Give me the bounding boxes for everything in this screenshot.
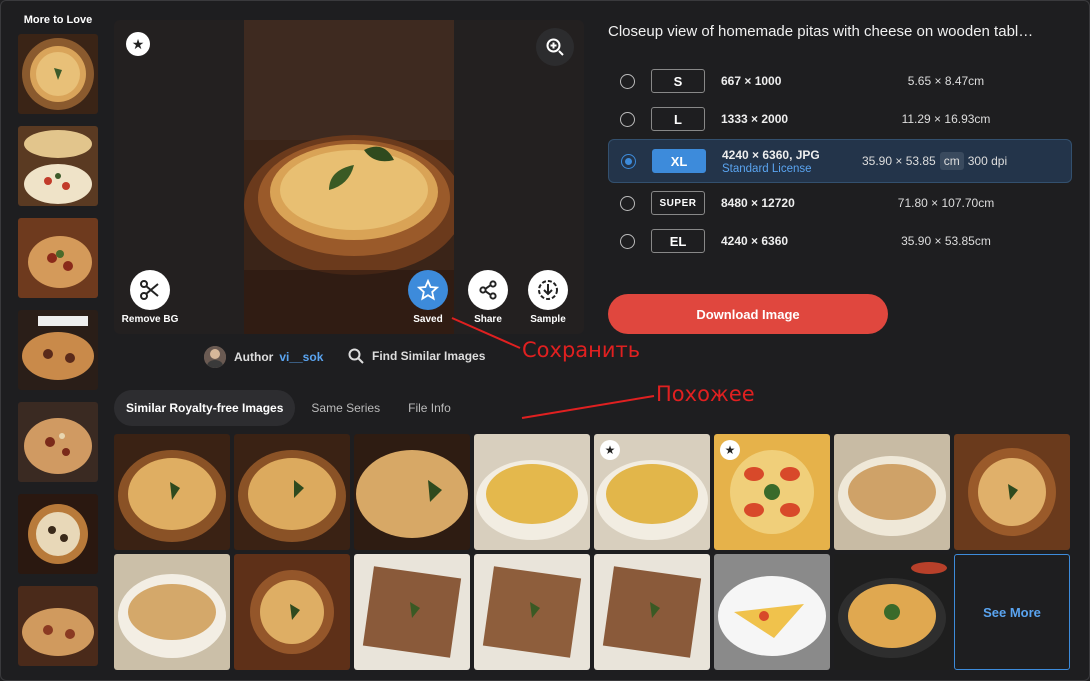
annotation-save: Сохранить <box>522 338 641 362</box>
annotation-arrow-save <box>451 317 521 349</box>
annotation-arrow-similar <box>521 395 655 419</box>
annotation-similar: Похожее <box>656 382 755 406</box>
